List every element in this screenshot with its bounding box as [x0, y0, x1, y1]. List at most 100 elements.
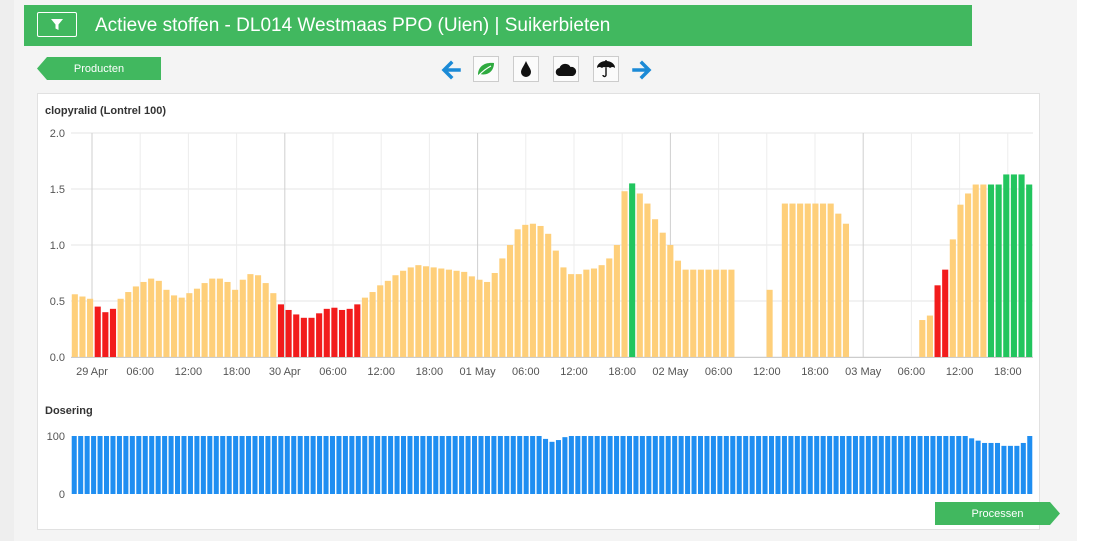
bar[interactable]	[329, 436, 336, 494]
bar[interactable]	[794, 436, 800, 494]
bar[interactable]	[439, 436, 445, 494]
bar[interactable]	[994, 442, 1001, 494]
bar[interactable]	[846, 436, 852, 494]
bar[interactable]	[768, 436, 775, 494]
bar[interactable]	[407, 436, 413, 494]
bar[interactable]	[278, 436, 284, 494]
bar[interactable]	[833, 436, 839, 494]
bar[interactable]	[626, 436, 632, 494]
bar[interactable]	[187, 436, 193, 494]
bar[interactable]	[478, 436, 484, 494]
bar[interactable]	[284, 436, 290, 494]
bar[interactable]	[91, 436, 97, 494]
bar[interactable]	[297, 436, 303, 494]
bar[interactable]	[162, 436, 168, 494]
bar[interactable]	[723, 436, 729, 494]
bar[interactable]	[523, 436, 529, 494]
bar[interactable]	[659, 436, 665, 494]
bar[interactable]	[930, 436, 936, 494]
bar[interactable]	[872, 436, 878, 494]
bar[interactable]	[342, 436, 348, 494]
bar[interactable]	[252, 436, 258, 494]
bar[interactable]	[142, 436, 148, 494]
bar[interactable]	[588, 436, 594, 494]
bar[interactable]	[394, 436, 400, 494]
bar[interactable]	[368, 436, 374, 494]
bar[interactable]	[562, 437, 568, 494]
bar[interactable]	[291, 436, 297, 494]
bar[interactable]	[426, 436, 432, 494]
bar[interactable]	[904, 436, 910, 494]
bar[interactable]	[271, 436, 277, 494]
bar[interactable]	[614, 436, 620, 494]
bar[interactable]	[988, 442, 994, 494]
bar[interactable]	[865, 436, 871, 494]
bar[interactable]	[175, 436, 181, 494]
bar[interactable]	[1014, 445, 1020, 494]
bar[interactable]	[743, 436, 749, 494]
bar[interactable]	[639, 436, 645, 494]
bar[interactable]	[452, 436, 458, 494]
bar[interactable]	[459, 436, 465, 494]
bar[interactable]	[497, 436, 503, 494]
bar[interactable]	[975, 440, 981, 494]
bar[interactable]	[123, 436, 129, 494]
bar[interactable]	[239, 436, 245, 494]
bar[interactable]	[949, 436, 955, 494]
bar[interactable]	[181, 436, 187, 494]
bar[interactable]	[420, 436, 426, 494]
bar[interactable]	[685, 436, 691, 494]
bar[interactable]	[555, 440, 561, 494]
bar[interactable]	[601, 436, 607, 494]
bar[interactable]	[1027, 436, 1033, 494]
bar[interactable]	[943, 436, 949, 494]
bar[interactable]	[155, 436, 161, 494]
bar[interactable]	[962, 436, 968, 494]
bar[interactable]	[646, 436, 652, 494]
bar[interactable]	[1001, 445, 1007, 494]
bar[interactable]	[775, 436, 781, 494]
bar[interactable]	[220, 436, 226, 494]
bar[interactable]	[433, 436, 439, 494]
bar[interactable]	[103, 436, 110, 494]
bar[interactable]	[465, 436, 471, 494]
bar[interactable]	[594, 436, 600, 494]
bar[interactable]	[304, 436, 310, 494]
bar[interactable]	[362, 436, 368, 494]
bar[interactable]	[78, 436, 84, 494]
bar[interactable]	[413, 436, 419, 494]
bar[interactable]	[84, 436, 90, 494]
bar[interactable]	[349, 436, 355, 494]
bar[interactable]	[530, 436, 536, 494]
bar[interactable]	[536, 436, 542, 494]
bar[interactable]	[484, 436, 490, 494]
bar[interactable]	[840, 436, 846, 494]
bar[interactable]	[168, 436, 174, 494]
bar[interactable]	[704, 436, 710, 494]
bar[interactable]	[265, 436, 271, 494]
bar[interactable]	[129, 436, 135, 494]
bar[interactable]	[807, 436, 813, 494]
bar[interactable]	[194, 436, 200, 494]
bar[interactable]	[355, 436, 361, 494]
bar[interactable]	[717, 436, 723, 494]
bar[interactable]	[226, 436, 232, 494]
bar[interactable]	[898, 436, 904, 494]
bar[interactable]	[730, 436, 736, 494]
bar[interactable]	[665, 436, 671, 494]
bar[interactable]	[97, 436, 103, 494]
bar[interactable]	[788, 436, 794, 494]
bar[interactable]	[233, 436, 239, 494]
bar[interactable]	[607, 436, 613, 494]
bar[interactable]	[749, 436, 755, 494]
bar[interactable]	[400, 436, 407, 494]
bar[interactable]	[756, 436, 762, 494]
bar[interactable]	[149, 436, 155, 494]
bar[interactable]	[691, 436, 697, 494]
bar[interactable]	[71, 436, 77, 494]
bar[interactable]	[207, 436, 213, 494]
bar[interactable]	[472, 436, 478, 494]
bar[interactable]	[652, 436, 658, 494]
bar[interactable]	[911, 436, 917, 494]
bar[interactable]	[491, 436, 497, 494]
